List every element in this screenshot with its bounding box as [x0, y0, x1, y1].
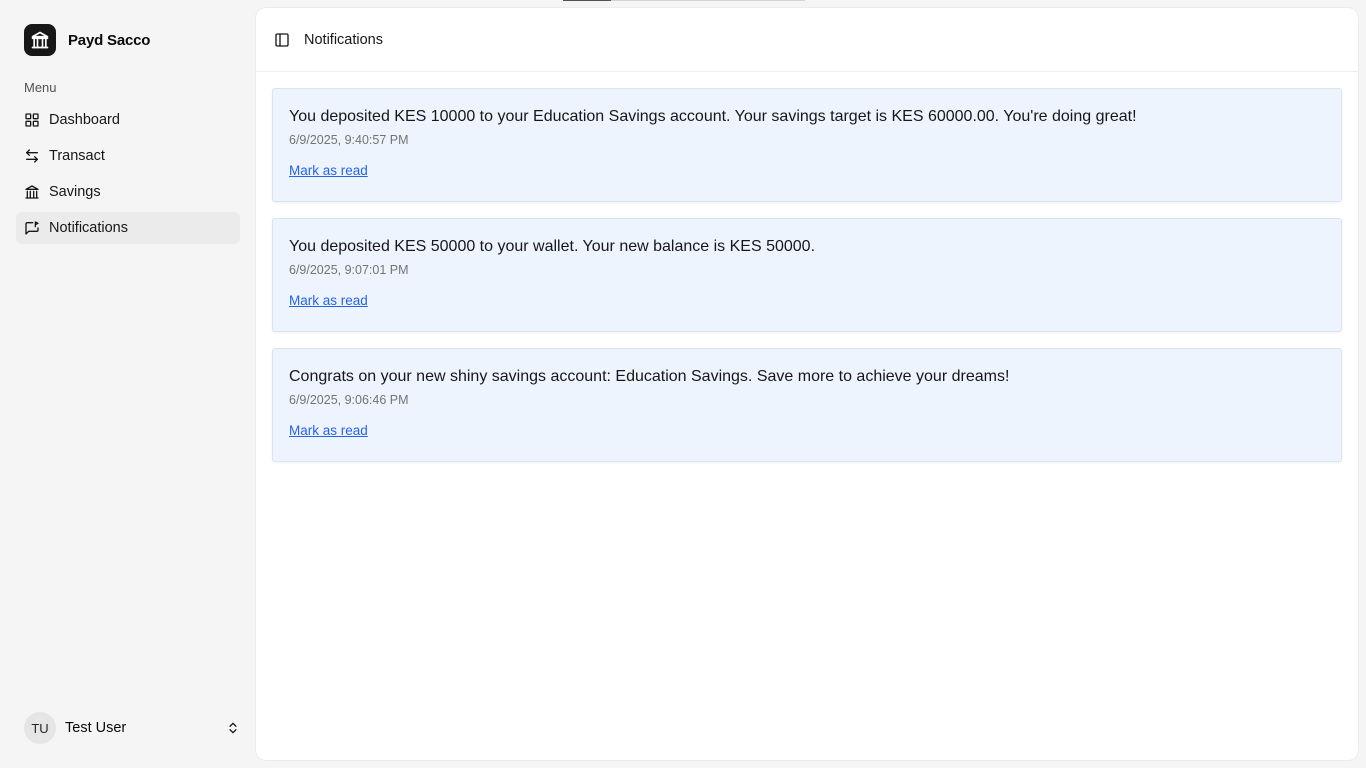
notification-card: You deposited KES 50000 to your wallet. … [272, 218, 1342, 332]
user-name: Test User [65, 720, 127, 736]
notification-card: Congrats on your new shiny savings accou… [272, 348, 1342, 462]
notification-message: You deposited KES 50000 to your wallet. … [289, 238, 816, 255]
sidebar-item-savings[interactable]: Savings [16, 176, 240, 208]
notification-message: You deposited KES 10000 to your Educatio… [289, 108, 1137, 125]
bank-icon [24, 24, 56, 56]
main-panel: Notifications You deposited KES 10000 to… [256, 8, 1358, 760]
user-menu[interactable]: TU Test User [24, 712, 240, 744]
sidebar-item-dashboard[interactable]: Dashboard [16, 104, 240, 136]
notification-timestamp: 6/9/2025, 9:07:01 PM [289, 263, 409, 277]
brand[interactable]: Payd Sacco [24, 24, 150, 56]
page-title: Notifications [304, 31, 383, 48]
app-name: Payd Sacco [68, 31, 151, 49]
sidebar-item-notifications[interactable]: Notifications [16, 212, 240, 244]
arrows-swap-icon [26, 149, 38, 163]
sidebar-item-label: Transact [49, 148, 105, 164]
sidebar-item-label: Dashboard [49, 112, 120, 128]
page-header: Notifications [256, 8, 1358, 72]
bank-icon [25, 185, 39, 199]
grid-icon [25, 113, 39, 127]
mark-as-read-link[interactable]: Mark as read [289, 293, 368, 308]
notification-message: Congrats on your new shiny savings accou… [289, 368, 1010, 385]
chevron-up-down-icon [229, 722, 237, 734]
top-strip [563, 0, 805, 1]
notification-timestamp: 6/9/2025, 9:06:46 PM [289, 393, 409, 407]
sidebar-item-label: Savings [49, 184, 101, 200]
notification-list: You deposited KES 10000 to your Educatio… [272, 88, 1342, 478]
top-strip-indicator [563, 0, 611, 1]
sidebar-item-label: Notifications [49, 220, 128, 236]
menu-label: Menu [24, 80, 57, 95]
mark-as-read-link[interactable]: Mark as read [289, 163, 368, 178]
sidebar-item-transact[interactable]: Transact [16, 140, 240, 172]
sidebar-nav: Dashboard Transact Savings Notifications [16, 104, 240, 248]
notification-timestamp: 6/9/2025, 9:40:57 PM [289, 133, 409, 147]
mark-as-read-link[interactable]: Mark as read [289, 423, 368, 438]
sidebar: Payd Sacco Menu Dashboard Transact Savin… [0, 0, 256, 768]
notification-card: You deposited KES 10000 to your Educatio… [272, 88, 1342, 202]
sidebar-toggle-icon[interactable] [274, 32, 290, 48]
message-flag-icon [25, 221, 39, 235]
avatar: TU [24, 712, 56, 744]
